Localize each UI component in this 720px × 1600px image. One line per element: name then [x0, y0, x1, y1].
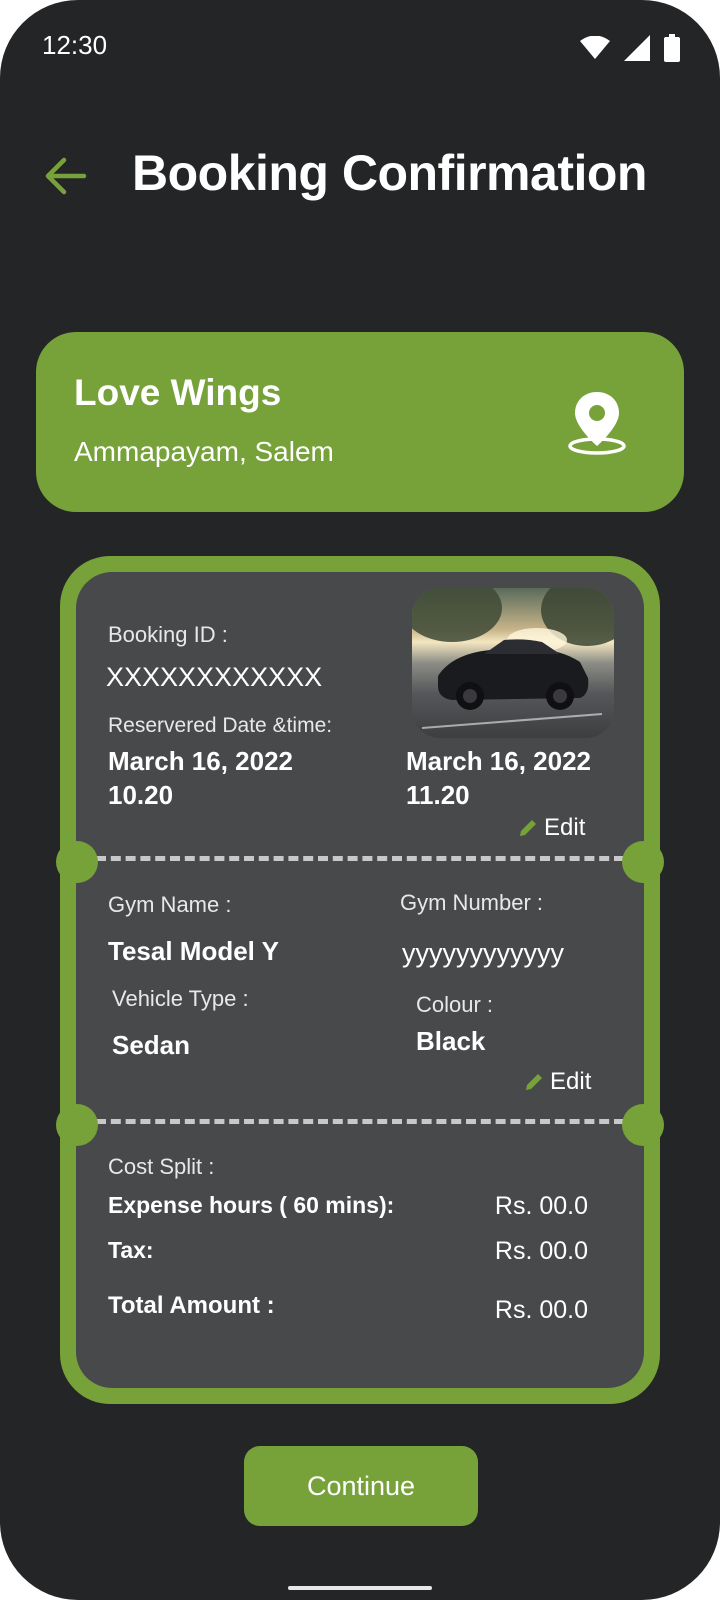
- edit-vehicle-label: Edit: [550, 1068, 592, 1095]
- cost-row: Tax: Rs. 00.0: [108, 1237, 588, 1267]
- vehicle-type-label: Vehicle Type :: [112, 986, 249, 1011]
- end-date: March 16, 2022: [406, 746, 592, 776]
- ticket-notch: [622, 841, 664, 883]
- battery-icon: [664, 34, 680, 62]
- edit-booking-label: Edit: [544, 814, 586, 841]
- total-row: Total Amount : Rs. 00.0: [108, 1292, 588, 1324]
- booking-id-value: XXXXXXXXXXXX: [106, 662, 323, 692]
- ticket-divider: [96, 856, 624, 861]
- ticket-notch: [56, 1104, 98, 1146]
- ticket-notch: [622, 1104, 664, 1146]
- gym-name-value: Tesal Model Y: [108, 936, 279, 966]
- page-title: Booking Confirmation: [132, 145, 647, 201]
- back-button[interactable]: [40, 150, 92, 202]
- total-amount-value: Rs. 00.0: [494, 1296, 588, 1324]
- cost-row-label: Tax:: [108, 1237, 154, 1263]
- gym-name-label: Gym Name :: [108, 892, 232, 917]
- end-time: 11.20: [406, 780, 470, 810]
- pencil-icon: [526, 1074, 542, 1090]
- vehicle-type-value: Sedan: [112, 1030, 191, 1060]
- cost-row-label: Expense hours ( 60 mins):: [108, 1192, 395, 1218]
- phone-screen: 12:30 Booking Confirmation Love Wings Am…: [0, 0, 720, 1600]
- total-amount-label: Total Amount :: [108, 1292, 275, 1319]
- location-pin-button[interactable]: [566, 390, 628, 456]
- cost-row: Expense hours ( 60 mins): Rs. 00.0: [108, 1192, 588, 1222]
- venue-address: Ammapayam, Salem: [74, 436, 334, 467]
- cost-row-value: Rs. 00.0: [494, 1237, 588, 1265]
- venue-card: Love Wings Ammapayam, Salem: [36, 332, 684, 512]
- start-datetime: March 16, 2022 10.20: [108, 744, 293, 812]
- edit-vehicle-button[interactable]: Edit: [524, 1068, 591, 1096]
- booking-ticket: Booking ID : XXXXXXXXXXXX Reservered Dat…: [56, 556, 664, 1404]
- start-time: 10.20: [108, 780, 174, 810]
- colour-label: Colour :: [416, 992, 494, 1017]
- edit-booking-button[interactable]: Edit: [518, 814, 585, 842]
- venue-name: Love Wings: [74, 372, 282, 413]
- cost-row-value: Rs. 00.0: [494, 1192, 588, 1220]
- location-pin-icon: [568, 392, 626, 455]
- end-datetime: March 16, 2022 11.20: [406, 744, 591, 812]
- gym-number-label: Gym Number :: [400, 890, 544, 915]
- wifi-icon: [580, 36, 610, 59]
- status-time: 12:30: [42, 30, 108, 60]
- signal-icon: [624, 35, 650, 61]
- ticket-notch: [56, 841, 98, 883]
- ticket-divider: [96, 1119, 624, 1124]
- start-date: March 16, 2022: [108, 746, 294, 776]
- continue-button[interactable]: Continue: [244, 1446, 478, 1526]
- status-icons: [580, 34, 680, 62]
- arrow-left-icon: [45, 157, 87, 195]
- car-image: [412, 588, 614, 738]
- cost-split-label: Cost Split :: [108, 1154, 215, 1179]
- ticket-body: Booking ID : XXXXXXXXXXXX Reservered Dat…: [76, 572, 644, 1388]
- booking-id-label: Booking ID :: [108, 622, 228, 647]
- status-bar: 12:30: [0, 0, 720, 96]
- home-indicator[interactable]: [288, 1586, 432, 1590]
- gym-number-value: yyyyyyyyyyyy: [402, 938, 564, 968]
- colour-value: Black: [416, 1026, 486, 1056]
- reserved-date-label: Reservered Date &time:: [108, 714, 333, 737]
- pencil-icon: [520, 820, 536, 836]
